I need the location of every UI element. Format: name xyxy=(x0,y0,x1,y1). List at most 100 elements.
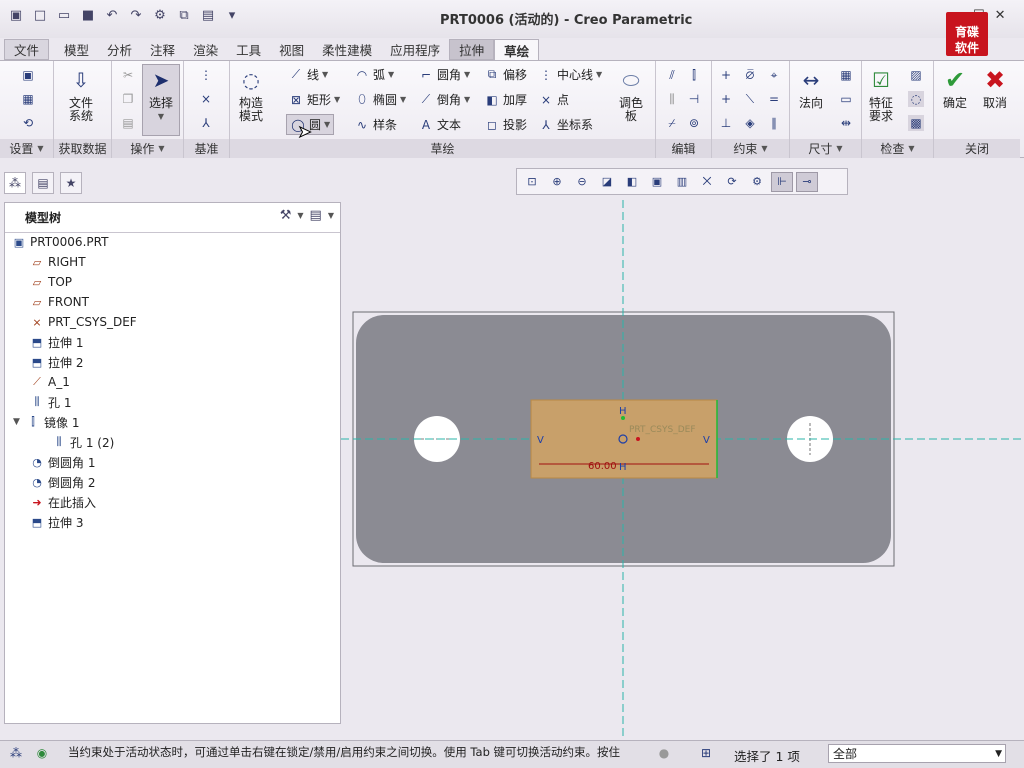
shade-closed-loops-icon[interactable]: ▩ xyxy=(908,115,924,131)
tree-item-extrude-3[interactable]: ⬒ 拉伸 3 xyxy=(29,512,84,532)
vertical-constraint-icon[interactable]: + xyxy=(718,67,734,83)
tree-item-top[interactable]: ▱ TOP xyxy=(29,272,72,292)
construction-mode-button[interactable]: ◌ 构造 模式 xyxy=(236,65,266,123)
highlight-open-ends-icon[interactable]: ◌ xyxy=(908,91,924,107)
favorites-tab-icon[interactable]: ★ xyxy=(60,172,82,194)
open-icon[interactable]: ▭ xyxy=(54,5,74,25)
saved-views-icon[interactable]: ▣ xyxy=(646,172,668,192)
cut-icon[interactable]: ✂ xyxy=(120,67,136,83)
cancel-button[interactable]: ✖ 取消 xyxy=(980,65,1010,110)
new-icon[interactable]: □ xyxy=(30,5,50,25)
toggle-navigator-icon[interactable]: ⁂ xyxy=(8,745,24,761)
tab-model[interactable]: 模型 xyxy=(55,39,98,60)
constraint-display-icon[interactable]: ⊸ xyxy=(796,171,818,192)
toggle-browser-icon[interactable]: ◉ xyxy=(34,745,50,761)
tab-sketch[interactable]: 草绘 xyxy=(494,39,540,60)
normal-dimension-button[interactable]: ↔ 法向 xyxy=(796,65,826,110)
csys-tool[interactable]: ⅄ 坐标系 xyxy=(538,116,593,133)
text-tool[interactable]: A 文本 xyxy=(418,116,461,133)
centerline-datum-icon[interactable]: ⋮ xyxy=(198,67,214,83)
horizontal-constraint-icon[interactable]: + xyxy=(718,91,734,107)
mirror-edit-icon[interactable]: ⫿ xyxy=(686,67,702,83)
chevron-down-icon[interactable]: ▼ xyxy=(297,211,303,220)
tree-item-part[interactable]: ▣ PRT0006.PRT xyxy=(11,232,109,252)
tree-item-mirror-1[interactable]: ▼ ⫿ 镜像 1 xyxy=(13,412,79,432)
tab-applications[interactable]: 应用程序 xyxy=(381,39,449,60)
line-tool[interactable]: ⟋ 线 ▼ xyxy=(288,66,328,83)
tree-settings-icon[interactable]: ⚒ xyxy=(280,208,292,223)
paste-icon[interactable]: ▤ xyxy=(120,115,136,131)
delete-segment-icon[interactable]: ⌿ xyxy=(664,115,680,131)
rectangle-tool[interactable]: ⊠ 矩形 ▼ xyxy=(288,91,340,108)
tree-item-csys[interactable]: ⨯ PRT_CSYS_DEF xyxy=(29,312,136,332)
repaint-icon[interactable]: ◪ xyxy=(596,172,618,192)
tree-item-insert-here[interactable]: ➜ 在此插入 xyxy=(29,492,96,512)
feature-requirements-button[interactable]: ☑ 特征 要求 xyxy=(866,65,896,123)
tree-item-right[interactable]: ▱ RIGHT xyxy=(29,252,86,272)
ok-button[interactable]: ✔ 确定 xyxy=(940,65,970,110)
tree-item-round-2[interactable]: ◔ 倒圆角 2 xyxy=(29,472,95,492)
selection-filter-icon[interactable]: ⊞ xyxy=(698,745,714,761)
undo-icon[interactable]: ↶ xyxy=(102,5,122,25)
mirror-icon[interactable]: ⫼ xyxy=(664,91,680,107)
centerline-tool[interactable]: ⋮ 中心线 ▼ xyxy=(538,66,602,83)
arc-tool[interactable]: ◠ 弧 ▼ xyxy=(354,66,394,83)
baseline-icon[interactable]: ⇹ xyxy=(838,115,854,131)
selection-filter-dropdown[interactable]: 全部 ▼ xyxy=(828,744,1006,763)
regenerate-icon[interactable]: ⚙ xyxy=(150,5,170,25)
reference-dim-icon[interactable]: ▭ xyxy=(838,91,854,107)
offset-tool[interactable]: ⧉ 偏移 xyxy=(484,66,527,83)
tab-file[interactable]: 文件 xyxy=(4,39,50,60)
chevron-down-icon[interactable]: ▼ xyxy=(328,211,334,220)
project-tool[interactable]: ◻ 投影 xyxy=(484,116,527,133)
perpendicular-constraint-icon[interactable]: ⊥ xyxy=(718,115,734,131)
graphics-area[interactable]: 60.00 H H V V PRT_CSYS_DEF xyxy=(341,200,1024,740)
ellipse-tool[interactable]: ⬯ 椭圆 ▼ xyxy=(354,91,406,108)
tab-flexible-modeling[interactable]: 柔性建模 xyxy=(313,39,381,60)
equal-constraint-icon[interactable]: = xyxy=(766,91,782,107)
tab-tools[interactable]: 工具 xyxy=(227,39,270,60)
save-icon[interactable]: ■ xyxy=(78,5,98,25)
tree-item-hole-1[interactable]: ⫼ 孔 1 xyxy=(29,392,71,412)
thicken-tool[interactable]: ◧ 加厚 xyxy=(484,91,527,108)
parallel-constraint-icon[interactable]: ∥ xyxy=(766,115,782,131)
sketch-view-icon[interactable]: ▥ xyxy=(671,172,693,192)
palette-button[interactable]: ⬭ 调色 板 xyxy=(616,65,646,123)
sketch-setup-icon[interactable]: ▣ xyxy=(20,67,36,83)
datum-display-icon[interactable]: ⨉ xyxy=(696,172,718,192)
redo-icon[interactable]: ↷ xyxy=(126,5,146,25)
tree-item-hole-1-copy[interactable]: ⫼ 孔 1 (2) xyxy=(51,432,114,452)
close-icon[interactable]: ✕ xyxy=(995,8,1006,23)
zoom-in-icon[interactable]: ⊕ xyxy=(546,172,568,192)
tab-view[interactable]: 视图 xyxy=(270,39,313,60)
tree-columns-icon[interactable]: ▤ xyxy=(310,208,322,223)
fillet-tool[interactable]: ⌐ 圆角 ▼ xyxy=(418,66,470,83)
expand-arrow-icon[interactable]: ▼ xyxy=(13,417,25,427)
overlap-geometry-icon[interactable]: ▨ xyxy=(908,67,924,83)
dimension-display-icon[interactable]: ⊩ xyxy=(771,171,793,192)
tree-item-round-1[interactable]: ◔ 倒圆角 1 xyxy=(29,452,95,472)
csys-datum-icon[interactable]: ⅄ xyxy=(198,115,214,131)
display-style-icon[interactable]: ◧ xyxy=(621,172,643,192)
zoom-out-icon[interactable]: ⊖ xyxy=(571,172,593,192)
coincident-constraint-icon[interactable]: ◈ xyxy=(742,115,758,131)
divide-icon[interactable]: ⊣ xyxy=(686,91,702,107)
app-icon[interactable]: ▣ xyxy=(6,5,26,25)
copy-icon[interactable]: ❐ xyxy=(120,91,136,107)
model-tree-tab-icon[interactable]: ⁂ xyxy=(4,172,26,194)
sketch-view-icon[interactable]: ⟲ xyxy=(20,115,36,131)
customize-icon[interactable]: ▾ xyxy=(222,5,242,25)
rotate-resize-icon[interactable]: ⊚ xyxy=(686,115,702,131)
point-datum-icon[interactable]: × xyxy=(198,91,214,107)
tab-extrude[interactable]: 拉伸 xyxy=(449,39,495,60)
references-icon[interactable]: ▦ xyxy=(20,91,36,107)
tab-annotate[interactable]: 注释 xyxy=(141,39,184,60)
point-tool[interactable]: × 点 xyxy=(538,91,569,108)
tab-render[interactable]: 渲染 xyxy=(184,39,227,60)
symmetric-constraint-icon[interactable]: ⌖ xyxy=(766,67,782,83)
tree-item-extrude-2[interactable]: ⬒ 拉伸 2 xyxy=(29,352,84,372)
tree-item-extrude-1[interactable]: ⬒ 拉伸 1 xyxy=(29,332,84,352)
tangent-constraint-icon[interactable]: ⦱ xyxy=(742,67,758,83)
chamfer-tool[interactable]: ⟋ 倒角 ▼ xyxy=(418,91,470,108)
folder-browser-tab-icon[interactable]: ▤ xyxy=(32,172,54,194)
